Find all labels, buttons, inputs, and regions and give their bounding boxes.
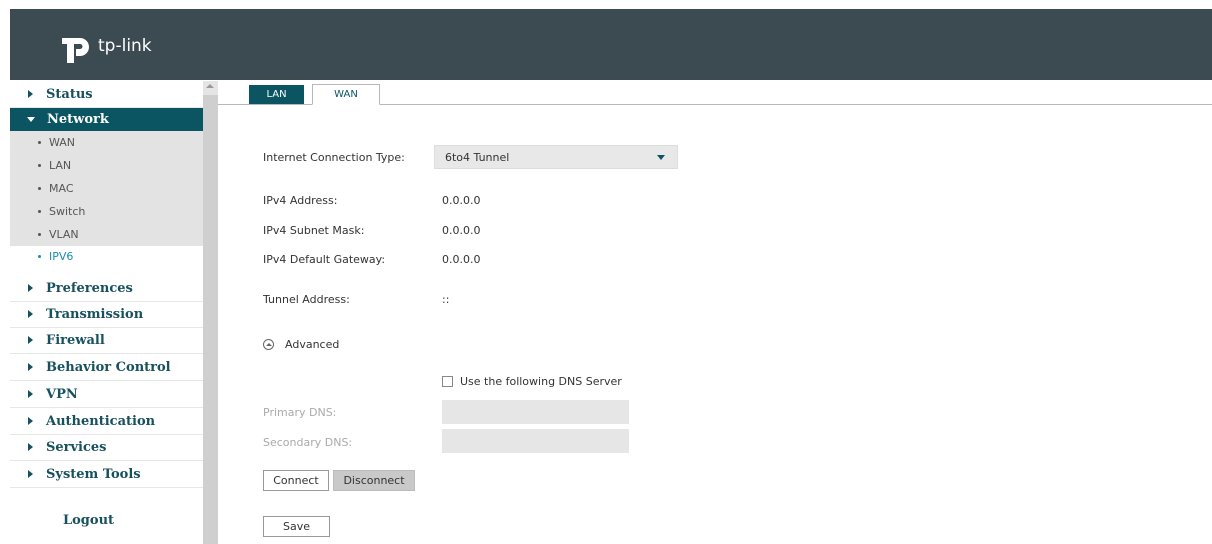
caret-right-icon (28, 90, 33, 98)
sidebar-item-label: Status (46, 86, 93, 102)
top-header: tp-link (10, 9, 1212, 80)
tab-bar: LAN WAN (218, 81, 1212, 105)
sidebar-item-label: Firewall (46, 332, 105, 348)
ipv4-mask-label: IPv4 Subnet Mask: (263, 224, 365, 237)
sidebar-item-label: Behavior Control (46, 359, 171, 375)
caret-right-icon (28, 363, 33, 371)
sidebar-item-transmission[interactable]: Transmission (10, 301, 203, 328)
ipv4-address-value: 0.0.0.0 (442, 194, 481, 207)
secondary-dns-input[interactable] (442, 429, 629, 453)
sidebar-item-services[interactable]: Services (10, 434, 203, 461)
dns-checkbox[interactable] (442, 376, 453, 387)
tunnel-address-value: :: (442, 293, 450, 306)
bullet-icon (38, 233, 41, 236)
sidebar-item-label: System Tools (46, 466, 141, 482)
sidebar-item-authentication[interactable]: Authentication (10, 408, 203, 435)
caret-right-icon (28, 284, 33, 292)
sidebar-scrollbar[interactable] (203, 81, 218, 544)
sidebar-item-label: Authentication (46, 413, 156, 429)
submenu-item-ipv6[interactable]: IPV6 (10, 246, 203, 267)
connection-type-label: Internet Connection Type: (263, 151, 405, 164)
submenu-item-lan[interactable]: LAN (10, 154, 203, 177)
dns-checkbox-row[interactable]: Use the following DNS Server (442, 375, 622, 388)
caret-right-icon (28, 470, 33, 478)
connection-type-select[interactable]: 6to4 Tunnel (434, 145, 678, 169)
tab-wan[interactable]: WAN (312, 84, 380, 105)
connect-button[interactable]: Connect (263, 470, 329, 491)
advanced-toggle[interactable]: Advanced (263, 338, 339, 351)
sidebar-item-vpn[interactable]: VPN (10, 381, 203, 408)
brand-name: tp-link (98, 36, 152, 56)
sidebar-item-network[interactable]: Network (10, 108, 203, 131)
ipv4-gateway-value: 0.0.0.0 (442, 253, 481, 266)
scroll-up-arrow-icon (206, 84, 214, 88)
sidebar-item-label: Services (46, 439, 107, 455)
submenu-item-label: VLAN (49, 228, 79, 241)
primary-dns-input[interactable] (442, 400, 629, 424)
bullet-icon (38, 210, 41, 213)
submenu-item-label: WAN (49, 136, 76, 149)
sidebar-item-system-tools[interactable]: System Tools (10, 461, 203, 488)
secondary-dns-label: Secondary DNS: (263, 436, 353, 449)
submenu-item-mac[interactable]: MAC (10, 177, 203, 200)
bullet-icon (38, 141, 41, 144)
submenu-item-label: MAC (49, 182, 74, 195)
brand-logo: tp-link (60, 29, 152, 63)
caret-down-icon (27, 117, 35, 122)
sidebar-item-label: Transmission (46, 306, 144, 322)
caret-right-icon (28, 417, 33, 425)
tab-lan[interactable]: LAN (249, 85, 304, 104)
caret-right-icon (28, 336, 33, 344)
chevron-up-circle-icon (263, 339, 274, 350)
bullet-icon (38, 164, 41, 167)
primary-dns-label: Primary DNS: (263, 406, 337, 419)
save-button[interactable]: Save (263, 516, 330, 537)
disconnect-button[interactable]: Disconnect (333, 470, 415, 491)
submenu-item-wan[interactable]: WAN (10, 131, 203, 154)
caret-right-icon (28, 310, 33, 318)
network-submenu: WAN LAN MAC Switch VLAN IPV6 (10, 131, 203, 267)
dropdown-caret-icon (657, 155, 665, 160)
sidebar-item-status[interactable]: Status (10, 81, 203, 108)
connection-type-value: 6to4 Tunnel (445, 150, 510, 164)
submenu-item-label: LAN (49, 159, 72, 172)
sidebar-item-label: VPN (46, 386, 78, 402)
sidebar-item-label: Preferences (46, 280, 133, 296)
logout-link[interactable]: Logout (63, 513, 114, 528)
submenu-item-switch[interactable]: Switch (10, 200, 203, 223)
submenu-item-label: Switch (49, 205, 86, 218)
submenu-item-label: IPV6 (49, 250, 74, 263)
sidebar-item-firewall[interactable]: Firewall (10, 327, 203, 354)
ipv4-gateway-label: IPv4 Default Gateway: (263, 253, 386, 266)
tp-link-logo-icon (60, 29, 96, 63)
sidebar: Status Network WAN LAN MAC Switch VLAN I… (10, 81, 203, 544)
caret-right-icon (28, 390, 33, 398)
sidebar-item-behavior-control[interactable]: Behavior Control (10, 354, 203, 381)
sidebar-item-preferences[interactable]: Preferences (10, 275, 203, 302)
bullet-icon (38, 255, 41, 258)
tunnel-address-label: Tunnel Address: (263, 293, 350, 306)
sidebar-item-label: Network (47, 112, 109, 127)
ipv4-address-label: IPv4 Address: (263, 194, 338, 207)
caret-right-icon (28, 443, 33, 451)
ipv4-mask-value: 0.0.0.0 (442, 224, 481, 237)
submenu-item-vlan[interactable]: VLAN (10, 223, 203, 246)
bullet-icon (38, 187, 41, 190)
advanced-label: Advanced (285, 338, 340, 351)
dns-checkbox-label: Use the following DNS Server (460, 375, 622, 388)
